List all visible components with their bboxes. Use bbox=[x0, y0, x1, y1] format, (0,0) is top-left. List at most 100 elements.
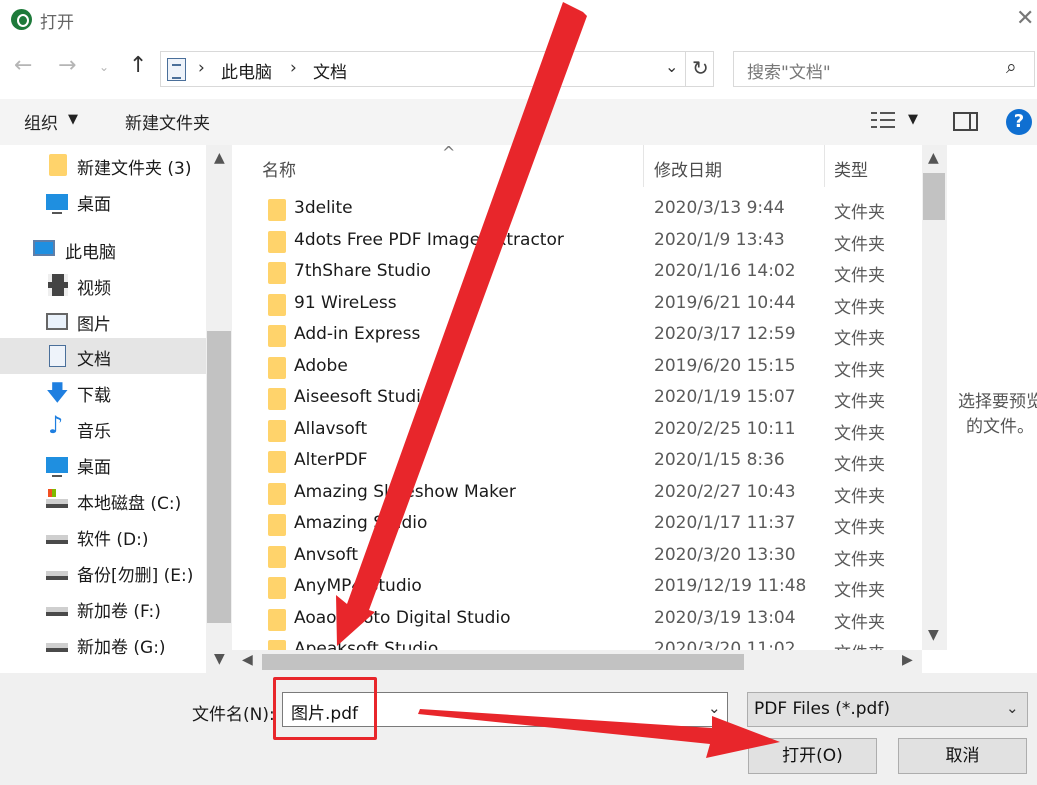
nav-item-label: 音乐 bbox=[77, 422, 111, 442]
file-date: 2020/1/16 14:02 bbox=[654, 261, 796, 281]
file-name: Add-in Express bbox=[294, 324, 421, 344]
filename-history-chevron-icon[interactable]: ⌄ bbox=[708, 699, 721, 717]
nav-item-this-pc[interactable]: 此电脑 bbox=[0, 231, 206, 267]
back-arrow-icon[interactable]: ← bbox=[14, 53, 32, 78]
column-header-date[interactable]: 修改日期 bbox=[654, 156, 722, 181]
preview-pane-icon[interactable] bbox=[953, 112, 978, 131]
address-divider bbox=[685, 52, 686, 86]
new-folder-button[interactable]: 新建文件夹 bbox=[125, 109, 210, 134]
scroll-up-icon[interactable]: ▲ bbox=[928, 150, 939, 166]
file-type: 文件夹 bbox=[834, 423, 885, 444]
nav-item-documents[interactable]: 文档 bbox=[0, 338, 206, 374]
folder-icon bbox=[268, 514, 286, 536]
file-row[interactable]: AlterPDF 2020/1/15 8:36 文件夹 bbox=[232, 447, 922, 478]
column-header-name[interactable]: 名称 bbox=[262, 156, 296, 181]
list-vertical-scrollbar[interactable]: ▲ ▼ bbox=[922, 145, 947, 650]
up-arrow-icon[interactable]: ↑ bbox=[129, 53, 147, 78]
recent-locations-chevron-icon[interactable]: ⌄ bbox=[99, 60, 109, 74]
close-icon[interactable]: ✕ bbox=[1016, 6, 1034, 31]
app-icon bbox=[11, 9, 32, 30]
folder-icon bbox=[268, 230, 286, 253]
nav-item-music[interactable]: ♪ 音乐 bbox=[0, 410, 206, 446]
download-icon: 🡇 bbox=[46, 381, 69, 406]
search-input[interactable]: 搜索"文档" bbox=[747, 58, 831, 83]
chevron-down-icon[interactable]: ⌄ bbox=[1006, 699, 1019, 717]
nav-item-downloads[interactable]: 🡇 下载 bbox=[0, 374, 206, 410]
folder-icon bbox=[268, 419, 286, 442]
nav-item-label: 新加卷 (G:) bbox=[77, 638, 166, 658]
search-icon[interactable]: ⌕ bbox=[1006, 56, 1017, 78]
column-header-type[interactable]: 类型 bbox=[834, 156, 868, 181]
breadcrumb-documents[interactable]: 文档 bbox=[313, 58, 347, 83]
cancel-button[interactable]: 取消 bbox=[898, 738, 1027, 774]
folder-icon bbox=[268, 356, 286, 379]
nav-item-drive-e[interactable]: 备份[勿删] (E:) bbox=[0, 554, 206, 590]
file-date: 2020/1/15 8:36 bbox=[654, 450, 785, 470]
scroll-left-icon[interactable]: ◀ bbox=[242, 652, 253, 668]
file-row[interactable]: AnyMP4 Studio 2019/12/19 11:48 文件夹 bbox=[232, 573, 922, 604]
scroll-down-icon[interactable]: ▼ bbox=[214, 651, 225, 667]
folder-icon bbox=[268, 293, 286, 316]
view-options-icon[interactable] bbox=[871, 111, 895, 129]
forward-arrow-icon[interactable]: → bbox=[58, 53, 76, 78]
nav-item-drive-g[interactable]: 新加卷 (G:) bbox=[0, 626, 206, 662]
nav-item-videos[interactable]: 视频 bbox=[0, 267, 206, 303]
view-caret-icon[interactable]: ▼ bbox=[908, 112, 918, 127]
nav-item-drive-c[interactable]: 本地磁盘 (C:) bbox=[0, 482, 206, 518]
list-hscroll-thumb[interactable] bbox=[262, 654, 744, 670]
breadcrumb-this-pc[interactable]: 此电脑 bbox=[221, 58, 272, 83]
list-horizontal-scrollbar[interactable]: ◀ ▶ bbox=[232, 650, 922, 673]
scroll-down-icon[interactable]: ▼ bbox=[928, 627, 939, 643]
file-row[interactable]: Anvsoft 2020/3/20 13:30 文件夹 bbox=[232, 542, 922, 573]
file-name: Allavsoft bbox=[294, 418, 368, 439]
file-row[interactable]: 91 WireLess 2019/6/21 10:44 文件夹 bbox=[232, 290, 922, 321]
file-row[interactable]: Amazing Studio 2020/1/17 11:37 文件夹 bbox=[232, 510, 922, 541]
file-name: Aiseesoft Studio bbox=[294, 387, 432, 407]
organize-button[interactable]: 组织 bbox=[24, 109, 58, 134]
file-type: 文件夹 bbox=[834, 581, 885, 601]
breadcrumb-separator-icon[interactable]: › bbox=[290, 58, 297, 78]
file-row[interactable]: 3delite 2020/3/13 9:44 文件夹 bbox=[232, 195, 922, 226]
file-row[interactable]: 7thShare Studio 2020/1/16 14:02 文件夹 bbox=[232, 258, 922, 289]
list-vscroll-thumb[interactable] bbox=[923, 173, 945, 220]
nav-item-label: 此电脑 bbox=[65, 243, 116, 263]
file-name: AnyMP4 Studio bbox=[294, 576, 422, 596]
column-divider[interactable] bbox=[824, 145, 825, 187]
nav-item-pictures[interactable]: 图片 bbox=[0, 303, 206, 339]
list-header: ^ 名称 修改日期 类型 bbox=[232, 145, 922, 187]
nav-item-desktop-2[interactable]: 桌面 bbox=[0, 446, 206, 482]
nav-item-new-folder[interactable]: 新建文件夹 (3) bbox=[0, 147, 206, 183]
file-type-select[interactable]: PDF Files (*.pdf) ⌄ bbox=[747, 692, 1028, 727]
search-box[interactable]: 搜索"文档" ⌕ bbox=[733, 51, 1035, 87]
nav-item-drive-d[interactable]: 软件 (D:) bbox=[0, 518, 206, 554]
file-name: Adobe bbox=[294, 355, 348, 376]
file-row[interactable]: Amazing Slideshow Maker 2020/2/27 10:43 文件… bbox=[232, 479, 922, 510]
address-bar[interactable]: › 此电脑 › 文档 ⌄ ↻ bbox=[160, 51, 714, 87]
file-type: 文件夹 bbox=[834, 392, 885, 412]
help-icon[interactable]: ? bbox=[1006, 109, 1032, 135]
nav-scroll-thumb[interactable] bbox=[207, 331, 231, 623]
nav-scrollbar[interactable]: ▲ ▼ bbox=[206, 145, 232, 673]
file-row[interactable]: Adobe 2019/6/20 15:15 文件夹 bbox=[232, 353, 922, 384]
file-type: 文件夹 bbox=[834, 329, 885, 349]
scroll-right-icon[interactable]: ▶ bbox=[902, 652, 913, 668]
file-row[interactable]: Allavsoft 2020/2/25 10:11 文件夹 bbox=[232, 416, 922, 447]
organize-caret-icon[interactable]: ▼ bbox=[68, 112, 78, 127]
file-type: 文件夹 bbox=[834, 360, 885, 381]
column-divider[interactable] bbox=[643, 145, 644, 187]
address-history-chevron-icon[interactable]: ⌄ bbox=[665, 57, 678, 76]
preview-pane: 选择要预览 的文件。 bbox=[947, 145, 1037, 673]
nav-item-desktop[interactable]: 桌面 bbox=[0, 183, 206, 219]
breadcrumb-separator-icon[interactable]: › bbox=[198, 58, 205, 78]
refresh-icon[interactable]: ↻ bbox=[692, 56, 709, 80]
drive-icon bbox=[46, 535, 68, 544]
file-row[interactable]: Aoao Photo Digital Studio 2020/3/19 13:04… bbox=[232, 605, 922, 636]
open-button[interactable]: 打开(O) bbox=[748, 738, 877, 774]
file-row[interactable]: Aiseesoft Studio 2020/1/19 15:07 文件夹 bbox=[232, 384, 922, 415]
folder-icon bbox=[268, 577, 286, 599]
scroll-up-icon[interactable]: ▲ bbox=[214, 150, 225, 166]
annotation-highlight-box bbox=[273, 677, 377, 740]
nav-item-drive-f[interactable]: 新加卷 (F:) bbox=[0, 590, 206, 626]
file-row[interactable]: 4dots Free PDF Image Extractor 2020/1/9 1… bbox=[232, 227, 922, 258]
file-row[interactable]: Add-in Express 2020/3/17 12:59 文件夹 bbox=[232, 321, 922, 352]
